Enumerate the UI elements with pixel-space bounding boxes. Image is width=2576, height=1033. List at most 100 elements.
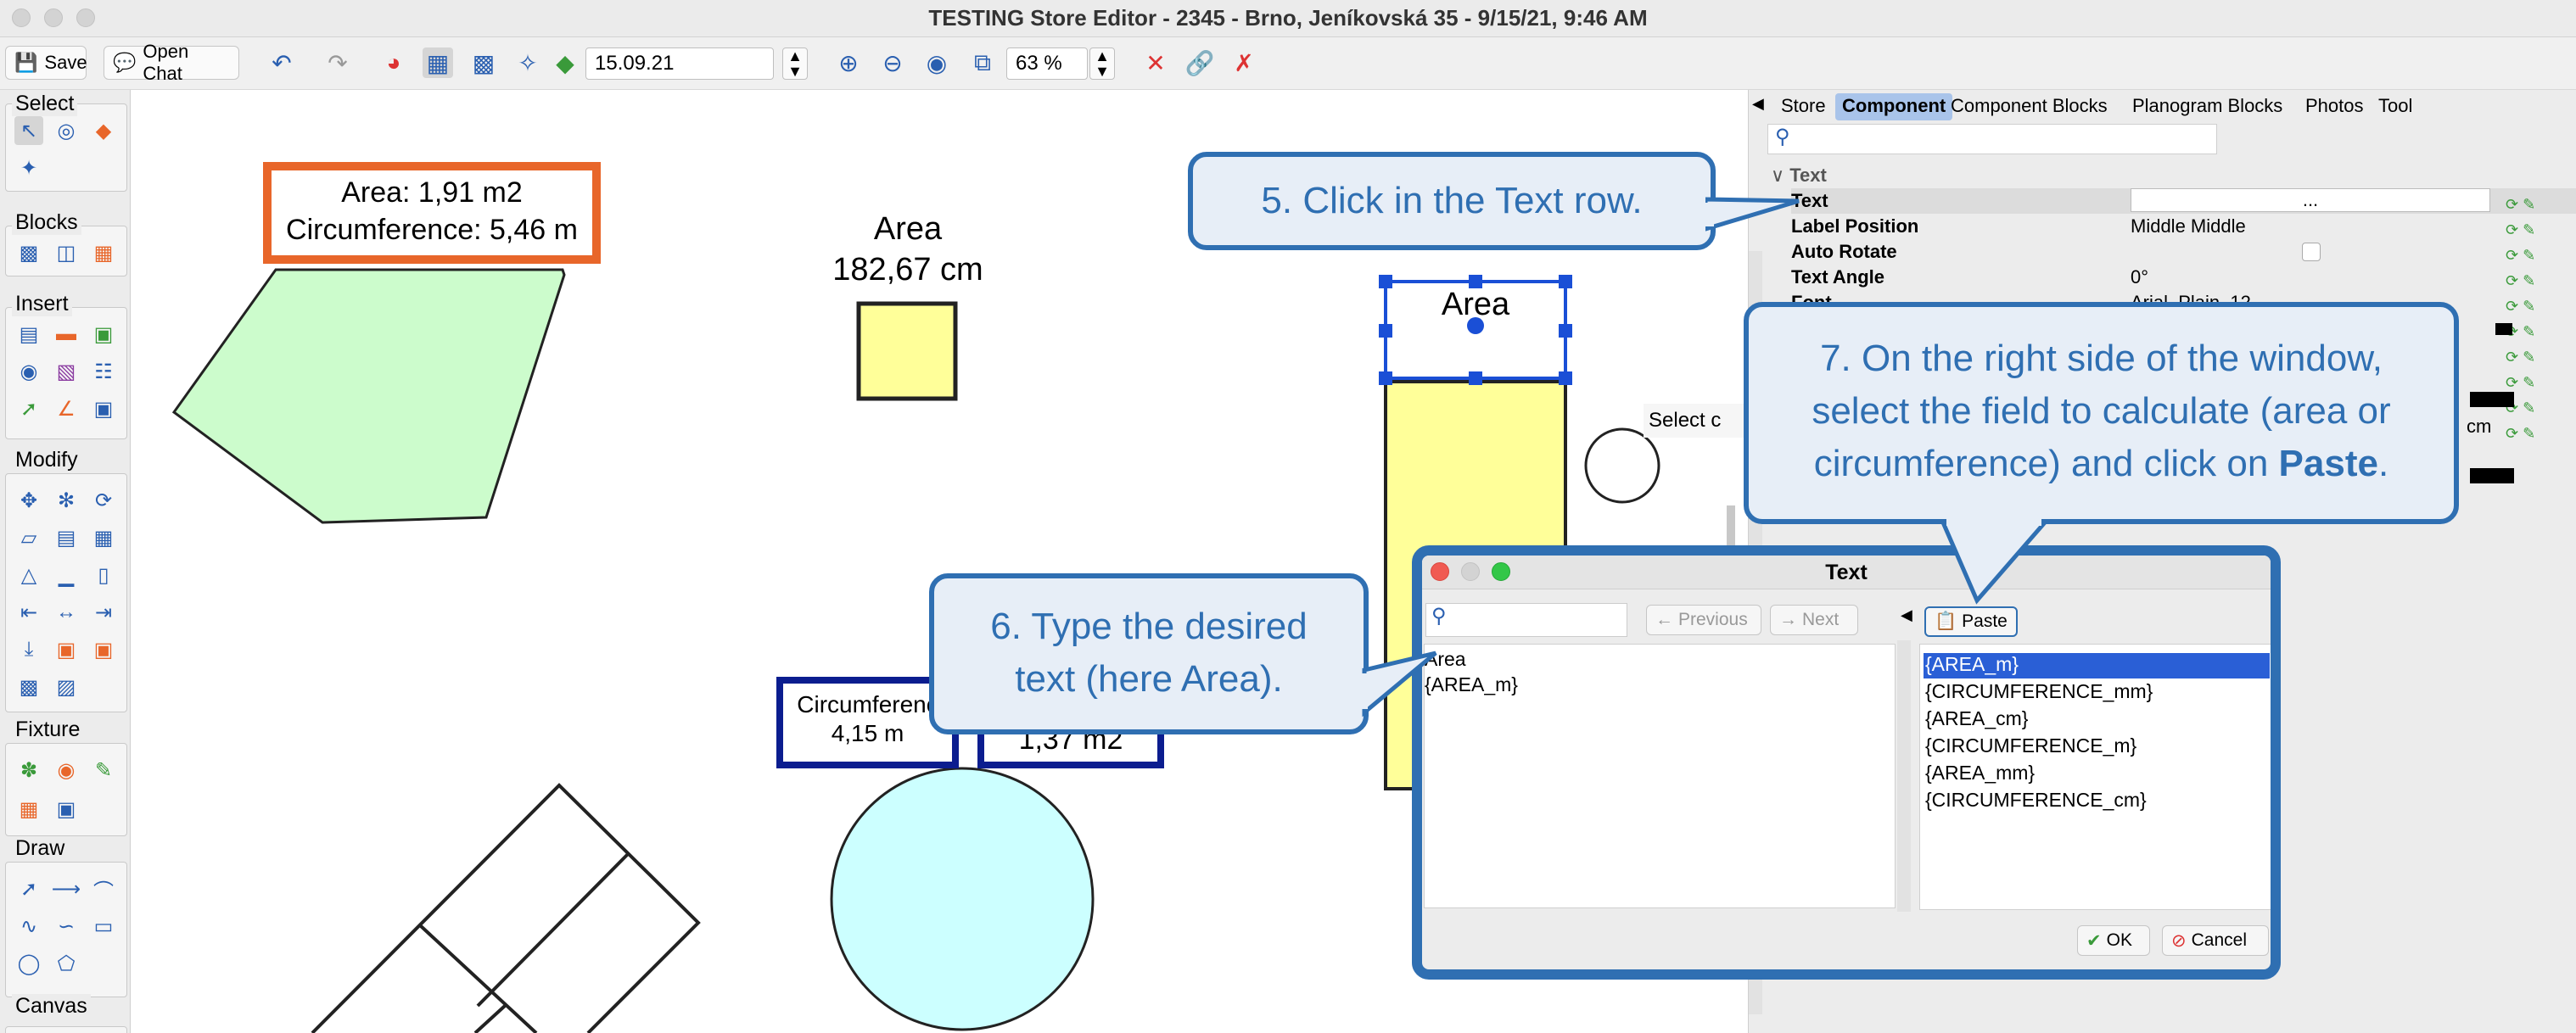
small-circle-shape[interactable]	[1584, 427, 1660, 504]
draw-polyline-icon[interactable]: ⟶	[52, 874, 81, 903]
cancel-button[interactable]: ⊘ Cancel	[2162, 925, 2269, 956]
insert-table-icon[interactable]: ▧	[52, 357, 81, 386]
align-left-icon[interactable]: ▤	[52, 523, 81, 552]
fixture-counter-icon[interactable]: ▣	[52, 795, 81, 824]
insert-angle-icon[interactable]: ∠	[52, 394, 81, 423]
insert-shelf-icon[interactable]: ▬	[52, 320, 81, 349]
save-button[interactable]: 💾 Save	[5, 46, 87, 80]
reset-icon[interactable]: ⟳ ✎ ⟳ ✎ ⟳ ✎ ⟳ ✎ ⟳ ✎ ⟳ ✎ ⟳ ✎ ⟳ ✎ ⟳ ✎ ⟳ ✎	[2506, 192, 2565, 446]
fixture-edit-icon[interactable]: ✎	[89, 756, 118, 785]
next-button[interactable]: → Next	[1770, 605, 1858, 635]
ungroup-icon[interactable]: ▨	[52, 673, 81, 701]
layers-icon[interactable]: ◆	[550, 47, 580, 78]
stack-down-icon[interactable]: ⤓	[14, 635, 43, 664]
draw-rectangle-icon[interactable]: ▭	[89, 912, 118, 941]
fit-to-screen-icon[interactable]: ⧉	[967, 47, 998, 78]
dialog-search-input[interactable]: ⚲	[1425, 603, 1627, 637]
color-swatch[interactable]	[2470, 468, 2514, 483]
field-list-item-selected[interactable]: {AREA_m}	[1924, 653, 2270, 678]
send-back-icon[interactable]: ▣	[89, 635, 118, 664]
link-icon[interactable]: 🔗	[1184, 47, 1215, 78]
text-editor-area[interactable]: Area {AREA_m}	[1424, 644, 1896, 908]
date-stepper[interactable]: ▲ ▼	[782, 47, 808, 80]
measure-icon[interactable]: ◕	[378, 47, 409, 78]
dialog-splitter[interactable]	[1897, 640, 1911, 912]
draw-curve-icon[interactable]: ∿	[14, 912, 43, 941]
area-measure-box[interactable]: Area: 1,91 m2 Circumference: 5,46 m	[263, 162, 601, 264]
select-arrow-icon[interactable]: ↖	[14, 116, 43, 145]
field-list-item[interactable]: {CIRCUMFERENCE_cm}	[1924, 789, 2270, 814]
cyan-circle-shape[interactable]	[830, 767, 1095, 1031]
snap-icon[interactable]: ▩	[468, 47, 499, 78]
color-swatch[interactable]	[2495, 323, 2512, 335]
tab-tool[interactable]: Tool	[2372, 93, 2419, 120]
reshape-icon[interactable]: ▱	[14, 523, 43, 552]
text-value-button[interactable]: ...	[2131, 188, 2490, 212]
green-polygon-shape[interactable]	[171, 268, 566, 524]
draw-polygon-icon[interactable]: ⬠	[52, 949, 81, 978]
previous-button[interactable]: ← Previous	[1646, 605, 1761, 635]
fixture-round-icon[interactable]: ◉	[52, 756, 81, 785]
draw-arc-icon[interactable]: ⌒	[89, 874, 118, 903]
tab-component-blocks[interactable]: Component Blocks	[1944, 93, 2114, 120]
property-row-text[interactable]: Text ...	[1791, 188, 2576, 214]
field-list-item[interactable]: {AREA_cm}	[1924, 707, 2270, 733]
block-icon[interactable]: ▩	[14, 238, 43, 267]
duplicate-icon[interactable]: ✻	[52, 486, 81, 515]
dialog-minimize-button[interactable]	[1461, 562, 1480, 581]
property-row-label-position[interactable]: Label Position Middle Middle	[1791, 214, 2576, 239]
tab-photos[interactable]: Photos	[2299, 93, 2371, 120]
auto-rotate-checkbox[interactable]	[2302, 243, 2321, 261]
date-field[interactable]: 15.09.21	[585, 47, 774, 80]
snap-center-icon[interactable]: ↔	[52, 598, 81, 627]
open-chat-button[interactable]: 💬 Open Chat	[104, 41, 239, 84]
collapse-arrow-icon[interactable]: ◀	[1901, 606, 1912, 624]
insert-list-icon[interactable]: ▤	[14, 320, 43, 349]
zoom-reset-icon[interactable]: ◉	[921, 47, 952, 78]
align-bottom-icon[interactable]: ▁	[52, 561, 81, 589]
insert-grid-icon[interactable]: ☷	[89, 357, 118, 386]
property-search-input[interactable]: ⚲	[1767, 124, 2217, 154]
mirror-icon[interactable]: △	[14, 561, 43, 589]
move-icon[interactable]: ✥	[14, 486, 43, 515]
select-path-icon[interactable]: ✦	[14, 154, 43, 182]
diamond-shelf-shape[interactable]	[311, 783, 701, 1033]
zoom-in-icon[interactable]: ⊕	[833, 47, 864, 78]
selected-area-text[interactable]: Area	[1386, 287, 1565, 323]
collapse-arrow-icon[interactable]: ◀	[1752, 95, 1764, 113]
insert-line-icon[interactable]: ➚	[14, 394, 43, 423]
draw-line-icon[interactable]: ➚	[14, 874, 43, 903]
insert-text-icon[interactable]: ▣	[89, 320, 118, 349]
align-vertical-icon[interactable]: ▯	[89, 561, 118, 589]
unlink-icon[interactable]: ✗	[1229, 47, 1259, 78]
dialog-zoom-button[interactable]	[1492, 562, 1510, 581]
fixture-tree-icon[interactable]: ✽	[14, 756, 43, 785]
snap-left-icon[interactable]: ⇤	[14, 598, 43, 627]
ok-button[interactable]: ✔ OK	[2077, 925, 2150, 956]
block-group-icon[interactable]: ▦	[89, 238, 118, 267]
undo-icon[interactable]: ↶	[266, 47, 297, 78]
grid-view-icon[interactable]: ▦	[423, 47, 453, 78]
draw-circle-icon[interactable]: ◯	[14, 949, 43, 978]
zoom-out-icon[interactable]: ⊖	[877, 47, 908, 78]
bring-front-icon[interactable]: ▣	[52, 635, 81, 664]
small-yellow-square[interactable]	[856, 301, 958, 401]
dialog-close-button[interactable]	[1431, 562, 1449, 581]
connect-icon[interactable]: ✧	[512, 47, 543, 78]
field-list-item[interactable]: {AREA_mm}	[1924, 762, 2270, 787]
group-icon[interactable]: ▩	[14, 673, 43, 701]
draw-spline-icon[interactable]: ∽	[52, 912, 81, 941]
redo-icon[interactable]: ↷	[322, 47, 353, 78]
delete-icon[interactable]: ✕	[1140, 47, 1171, 78]
distribute-icon[interactable]: ▦	[89, 523, 118, 552]
select-point-icon[interactable]: ◎	[52, 116, 81, 145]
snap-right-icon[interactable]: ⇥	[89, 598, 118, 627]
color-swatch[interactable]	[2470, 392, 2514, 407]
property-row-text-angle[interactable]: Text Angle 0°	[1791, 265, 2576, 290]
insert-camera-icon[interactable]: ◉	[14, 357, 43, 386]
paste-button[interactable]: 📋 Paste	[1924, 606, 2018, 637]
insert-image-icon[interactable]: ▣	[89, 394, 118, 423]
tab-planogram-blocks[interactable]: Planogram Blocks	[2125, 93, 2289, 120]
block-stack-icon[interactable]: ◫	[52, 238, 81, 267]
field-list-item[interactable]: {CIRCUMFERENCE_m}	[1924, 734, 2270, 760]
